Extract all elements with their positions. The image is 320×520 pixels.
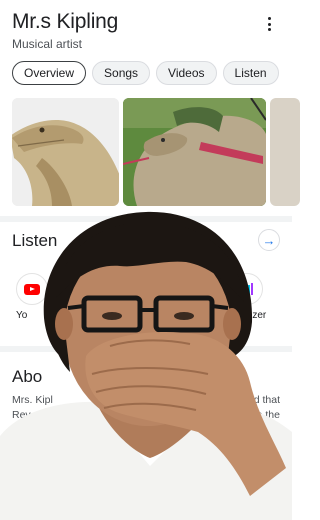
- tab-listen[interactable]: Listen: [222, 61, 279, 85]
- tab-songs[interactable]: Songs: [92, 61, 151, 85]
- more-vert-icon[interactable]: [262, 15, 276, 33]
- artist-subtitle: Musical artist: [12, 37, 83, 51]
- tab-videos[interactable]: Videos: [156, 61, 217, 85]
- lizard-image[interactable]: [12, 98, 119, 206]
- person-covering-mouth-overlay: [0, 206, 292, 520]
- tab-overview[interactable]: Overview: [12, 61, 87, 85]
- partial-image[interactable]: [270, 98, 300, 206]
- artist-title: Mr.s Kipling: [12, 10, 119, 33]
- tab-bar: Overview Songs Videos Listen: [12, 61, 279, 85]
- monitor-lizard-harness-image[interactable]: [123, 98, 266, 206]
